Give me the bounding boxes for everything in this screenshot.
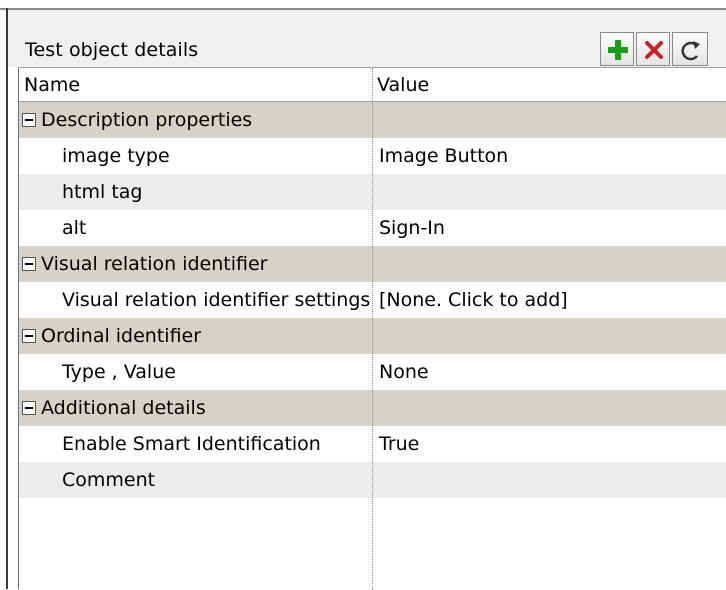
property-name: Enable Smart Identification — [62, 433, 321, 455]
plus-icon — [608, 40, 628, 60]
test-object-details-window: Test object details Name Value Descripti… — [0, 0, 726, 590]
column-header-value-label: Value — [377, 74, 430, 96]
property-name: Visual relation identifier settings — [62, 289, 371, 311]
x-icon — [645, 41, 663, 59]
property-name: alt — [62, 217, 87, 239]
reset-properties-button[interactable] — [672, 32, 708, 66]
property-value[interactable]: None — [379, 354, 429, 390]
property-value[interactable]: Sign-In — [379, 210, 445, 246]
window-left-border — [6, 8, 8, 589]
column-header-name[interactable]: Name — [19, 68, 372, 102]
collapse-toggle-icon[interactable] — [22, 401, 36, 415]
property-value[interactable]: True — [379, 426, 419, 462]
category-label: Additional details — [41, 397, 206, 419]
properties-grid: Name Value Description properties image … — [18, 67, 726, 590]
collapse-toggle-icon[interactable] — [22, 113, 36, 127]
property-value[interactable]: [None. Click to add] — [379, 282, 568, 318]
add-property-button[interactable] — [600, 32, 634, 66]
collapse-toggle-icon[interactable] — [22, 257, 36, 271]
category-label: Ordinal identifier — [41, 325, 202, 347]
property-name: Type , Value — [62, 361, 176, 383]
collapse-toggle-icon[interactable] — [22, 329, 36, 343]
property-name: image type — [62, 145, 170, 167]
category-label: Description properties — [41, 109, 253, 131]
column-divider[interactable] — [372, 68, 373, 590]
property-name: Comment — [62, 469, 156, 491]
column-header-value[interactable]: Value — [372, 68, 726, 102]
panel-header: Test object details — [8, 10, 726, 67]
property-value[interactable]: Image Button — [379, 138, 508, 174]
property-name: html tag — [62, 181, 143, 203]
remove-property-button[interactable] — [636, 32, 670, 66]
category-label: Visual relation identifier — [41, 253, 268, 275]
column-header-name-label: Name — [24, 74, 81, 96]
panel-title: Test object details — [25, 39, 199, 61]
refresh-icon — [681, 41, 700, 61]
